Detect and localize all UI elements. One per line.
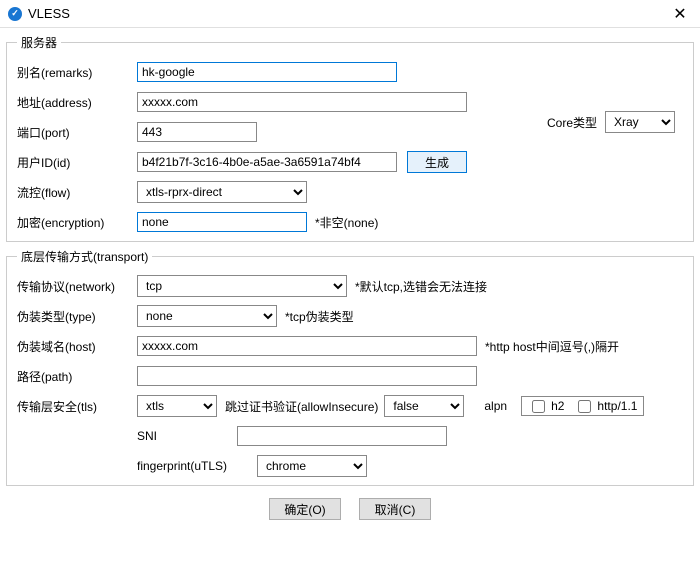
- cancel-button[interactable]: 取消(C): [359, 498, 431, 520]
- host-label: 伪装域名(host): [17, 338, 137, 355]
- core-type-wrap: Core类型 Xray: [547, 111, 675, 133]
- allow-insecure-select[interactable]: false: [384, 395, 464, 417]
- footer: 确定(O) 取消(C): [0, 488, 700, 530]
- generate-button[interactable]: 生成: [407, 151, 467, 173]
- tls-label: 传输层安全(tls): [17, 398, 137, 415]
- network-hint: *默认tcp,选错会无法连接: [355, 278, 487, 295]
- fingerprint-select[interactable]: chrome: [257, 455, 367, 477]
- alpn-http11-checkbox[interactable]: [578, 400, 591, 413]
- host-hint: *http host中间逗号(,)隔开: [485, 338, 619, 355]
- window-title: VLESS: [28, 6, 70, 21]
- alpn-h2-checkbox[interactable]: [532, 400, 545, 413]
- encryption-label: 加密(encryption): [17, 214, 137, 231]
- alpn-label: alpn: [484, 399, 507, 413]
- encryption-input[interactable]: [137, 212, 307, 232]
- sni-label: SNI: [137, 429, 237, 443]
- path-input[interactable]: [137, 366, 477, 386]
- alpn-http11-option[interactable]: http/1.1: [574, 397, 637, 416]
- encryption-hint: *非空(none): [315, 214, 378, 231]
- path-label: 路径(path): [17, 368, 137, 385]
- flow-select[interactable]: xtls-rprx-direct: [137, 181, 307, 203]
- ok-button[interactable]: 确定(O): [269, 498, 341, 520]
- alpn-h2-option[interactable]: h2: [528, 397, 564, 416]
- core-type-label: Core类型: [547, 114, 597, 131]
- allow-insecure-label: 跳过证书验证(allowInsecure): [225, 398, 378, 415]
- network-label: 传输协议(network): [17, 278, 137, 295]
- address-input[interactable]: [137, 92, 467, 112]
- type-select[interactable]: none: [137, 305, 277, 327]
- id-input[interactable]: [137, 152, 397, 172]
- titlebar: ✓ VLESS ✕: [0, 0, 700, 28]
- app-icon: ✓: [8, 7, 22, 21]
- fingerprint-label: fingerprint(uTLS): [137, 459, 257, 473]
- type-label: 伪装类型(type): [17, 308, 137, 325]
- core-type-select[interactable]: Xray: [605, 111, 675, 133]
- tls-select[interactable]: xtls: [137, 395, 217, 417]
- alpn-box: h2 http/1.1: [521, 396, 644, 416]
- transport-legend: 底层传输方式(transport): [17, 248, 152, 265]
- address-label: 地址(address): [17, 94, 137, 111]
- port-label: 端口(port): [17, 124, 137, 141]
- id-label: 用户ID(id): [17, 154, 137, 171]
- close-icon[interactable]: ✕: [668, 2, 692, 26]
- server-group: 服务器 Core类型 Xray 别名(remarks) 地址(address) …: [6, 34, 694, 242]
- network-select[interactable]: tcp: [137, 275, 347, 297]
- server-legend: 服务器: [17, 34, 61, 51]
- sni-input[interactable]: [237, 426, 447, 446]
- host-input[interactable]: [137, 336, 477, 356]
- port-input[interactable]: [137, 122, 257, 142]
- transport-group: 底层传输方式(transport) 传输协议(network) tcp *默认t…: [6, 248, 694, 486]
- remarks-label: 别名(remarks): [17, 64, 137, 81]
- flow-label: 流控(flow): [17, 184, 137, 201]
- remarks-input[interactable]: [137, 62, 397, 82]
- type-hint: *tcp伪装类型: [285, 308, 354, 325]
